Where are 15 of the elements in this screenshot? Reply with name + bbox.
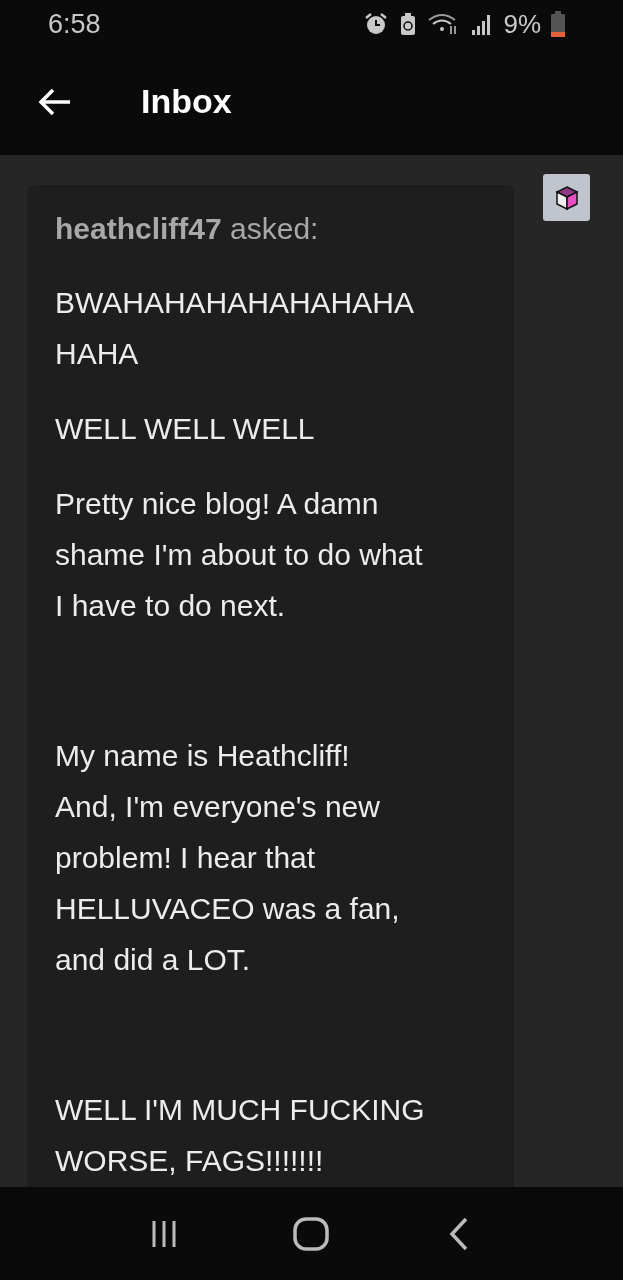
message-paragraph: WELL WELL WELL (55, 411, 316, 447)
message-paragraph: WELL I'M MUCH FUCKING WORSE, FAGS!!!!!!! (55, 1092, 426, 1179)
home-icon (293, 1216, 330, 1251)
battery-icon (551, 11, 565, 37)
battery-percent: 9% (503, 7, 541, 41)
asker-line: heathcliff47 asked: (55, 211, 320, 247)
cube-icon (554, 184, 579, 211)
back-arrow-icon (38, 86, 72, 117)
avatar[interactable] (543, 174, 590, 221)
message-paragraph: Pretty nice blog! A damn shame I'm about to do what I have to do next. (55, 486, 424, 624)
header-title: Inbox (141, 81, 232, 122)
message-paragraph: BWAHAHAHAHAHAHAHA HAHA (55, 285, 415, 372)
message-paragraph: My name is Heathcliff! And, I'm everyone's new problem! I hear that HELLUVACEO was a fan, and did a LOT. (55, 738, 401, 978)
status-time: 6:58 (48, 7, 101, 41)
battery-saver-icon (399, 12, 418, 36)
